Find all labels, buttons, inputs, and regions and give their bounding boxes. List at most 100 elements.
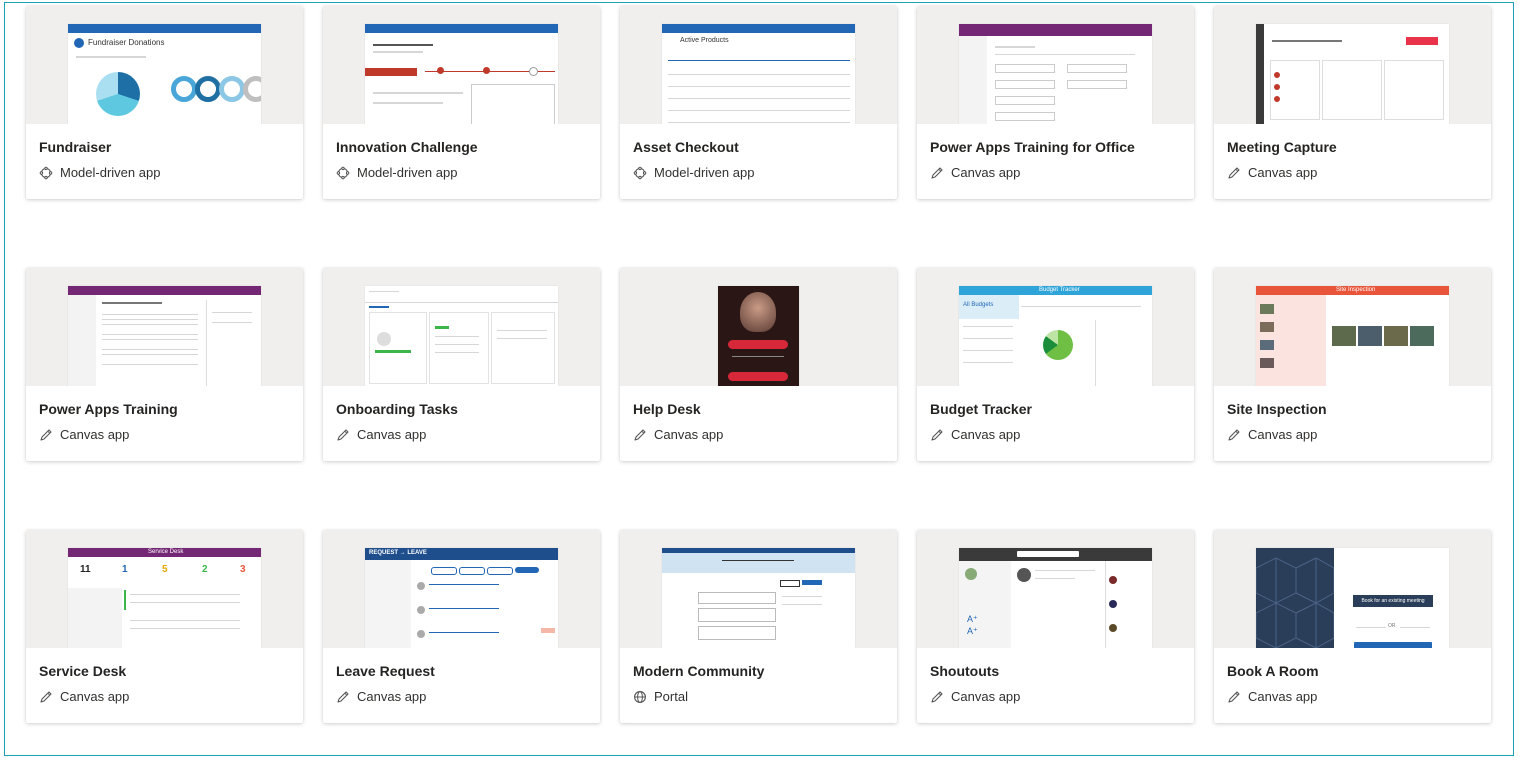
app-preview xyxy=(1256,24,1449,124)
card-type: Canvas app xyxy=(39,689,129,704)
service-count-1: 11 xyxy=(80,564,91,575)
template-card-meeting-capture[interactable]: Meeting Capture Canvas app xyxy=(1214,6,1491,199)
template-card-power-apps-training-for-office[interactable]: Power Apps Training for Office Canvas ap… xyxy=(917,6,1194,199)
card-type-label: Canvas app xyxy=(654,427,724,442)
app-preview xyxy=(959,24,1152,124)
app-preview xyxy=(68,286,261,386)
thumbnail xyxy=(26,268,303,386)
service-count-3: 5 xyxy=(162,564,168,575)
pencil-icon xyxy=(931,428,943,441)
card-title: Fundraiser xyxy=(39,139,112,155)
app-preview xyxy=(365,286,558,386)
card-type: Canvas app xyxy=(633,427,723,442)
pencil-icon xyxy=(1228,690,1240,703)
pencil-icon xyxy=(40,690,52,703)
card-type: Canvas app xyxy=(336,427,426,442)
app-preview xyxy=(662,548,855,648)
thumbnail xyxy=(1214,6,1491,124)
pencil-icon xyxy=(1228,428,1240,441)
pencil-icon xyxy=(931,690,943,703)
service-count-5: 3 xyxy=(240,564,246,575)
pencil-icon xyxy=(337,690,349,703)
asset-heading: Active Products xyxy=(680,37,729,44)
card-type-label: Canvas app xyxy=(60,427,130,442)
thumbnail: Book for an existing meeting OR xyxy=(1214,530,1491,648)
card-type-label: Canvas app xyxy=(951,689,1021,704)
template-card-fundraiser[interactable]: Fundraiser Donations Fundraiser Model-dr… xyxy=(26,6,303,199)
card-type-label: Canvas app xyxy=(357,427,427,442)
thumbnail xyxy=(620,268,897,386)
card-type-label: Model-driven app xyxy=(357,165,458,180)
card-type: Canvas app xyxy=(1227,689,1317,704)
budget-heading: Budget Tracker xyxy=(1039,287,1080,293)
card-type: Canvas app xyxy=(930,427,1020,442)
thumbnail: Fundraiser Donations xyxy=(26,6,303,124)
pencil-icon xyxy=(40,428,52,441)
card-title: Meeting Capture xyxy=(1227,139,1337,155)
pencil-icon xyxy=(634,428,646,441)
card-title: Book A Room xyxy=(1227,663,1319,679)
card-type: Canvas app xyxy=(39,427,129,442)
model-driven-icon xyxy=(39,166,53,179)
template-card-site-inspection[interactable]: Site Inspection Site Inspection Canvas a… xyxy=(1214,268,1491,461)
card-type-label: Model-driven app xyxy=(60,165,161,180)
budget-all-label: All Budgets xyxy=(963,302,994,308)
card-title: Site Inspection xyxy=(1227,401,1327,417)
template-card-power-apps-training[interactable]: Power Apps Training Canvas app xyxy=(26,268,303,461)
thumbnail xyxy=(323,6,600,124)
card-type: Model-driven app xyxy=(633,165,754,180)
template-card-budget-tracker[interactable]: Budget Tracker All Budgets Budget Tracke… xyxy=(917,268,1194,461)
thumbnail: REQUEST → LEAVE xyxy=(323,530,600,648)
card-title: Modern Community xyxy=(633,663,765,679)
card-title: Shoutouts xyxy=(930,663,1000,679)
thumbnail: Site Inspection xyxy=(1214,268,1491,386)
globe-icon xyxy=(634,690,646,703)
thumbnail xyxy=(620,530,897,648)
template-card-leave-request[interactable]: REQUEST → LEAVE Leave Request Canvas app xyxy=(323,530,600,723)
card-type-label: Model-driven app xyxy=(654,165,755,180)
fundraiser-heading: Fundraiser Donations xyxy=(88,38,165,47)
template-card-asset-checkout[interactable]: Active Products Asset Checkout Model-dri… xyxy=(620,6,897,199)
card-title: Power Apps Training for Office xyxy=(930,139,1135,155)
app-preview xyxy=(365,24,558,124)
app-preview: Active Products xyxy=(662,24,855,124)
card-type-label: Canvas app xyxy=(951,427,1021,442)
card-type: Canvas app xyxy=(930,689,1020,704)
app-preview xyxy=(718,286,799,386)
thumbnail xyxy=(917,6,1194,124)
app-preview: A⁺ A⁺ xyxy=(959,548,1152,648)
app-preview: Budget Tracker All Budgets xyxy=(959,286,1152,386)
service-count-2: 1 xyxy=(122,564,128,575)
isometric-pattern xyxy=(1256,557,1334,648)
leave-heading: REQUEST → LEAVE xyxy=(369,550,427,556)
card-type: Canvas app xyxy=(1227,165,1317,180)
site-heading: Site Inspection xyxy=(1336,287,1376,293)
card-type-label: Canvas app xyxy=(1248,689,1318,704)
card-type: Canvas app xyxy=(930,165,1020,180)
thumbnail: Active Products xyxy=(620,6,897,124)
card-title: Service Desk xyxy=(39,663,127,679)
template-card-modern-community[interactable]: Modern Community Portal xyxy=(620,530,897,723)
template-card-onboarding-tasks[interactable]: Onboarding Tasks Canvas app xyxy=(323,268,600,461)
card-type-label: Canvas app xyxy=(951,165,1021,180)
card-title: Budget Tracker xyxy=(930,401,1032,417)
app-preview: Service Desk 11 1 5 2 3 xyxy=(68,548,261,648)
pencil-icon xyxy=(931,166,943,179)
thumbnail: A⁺ A⁺ xyxy=(917,530,1194,648)
template-card-book-a-room[interactable]: Book for an existing meeting OR Book A R… xyxy=(1214,530,1491,723)
card-type-label: Canvas app xyxy=(1248,165,1318,180)
pencil-icon xyxy=(337,428,349,441)
thumbnail: Budget Tracker All Budgets xyxy=(917,268,1194,386)
template-card-innovation-challenge[interactable]: Innovation Challenge Model-driven app xyxy=(323,6,600,199)
card-title: Leave Request xyxy=(336,663,435,679)
template-card-help-desk[interactable]: Help Desk Canvas app xyxy=(620,268,897,461)
card-title: Power Apps Training xyxy=(39,401,178,417)
template-card-service-desk[interactable]: Service Desk 11 1 5 2 3 Service Desk Can… xyxy=(26,530,303,723)
thumbnail: Service Desk 11 1 5 2 3 xyxy=(26,530,303,648)
card-title: Asset Checkout xyxy=(633,139,739,155)
card-type: Model-driven app xyxy=(336,165,457,180)
card-title: Innovation Challenge xyxy=(336,139,478,155)
card-title: Help Desk xyxy=(633,401,701,417)
template-card-shoutouts[interactable]: A⁺ A⁺ Shoutouts Canvas app xyxy=(917,530,1194,723)
service-heading: Service Desk xyxy=(148,549,184,555)
